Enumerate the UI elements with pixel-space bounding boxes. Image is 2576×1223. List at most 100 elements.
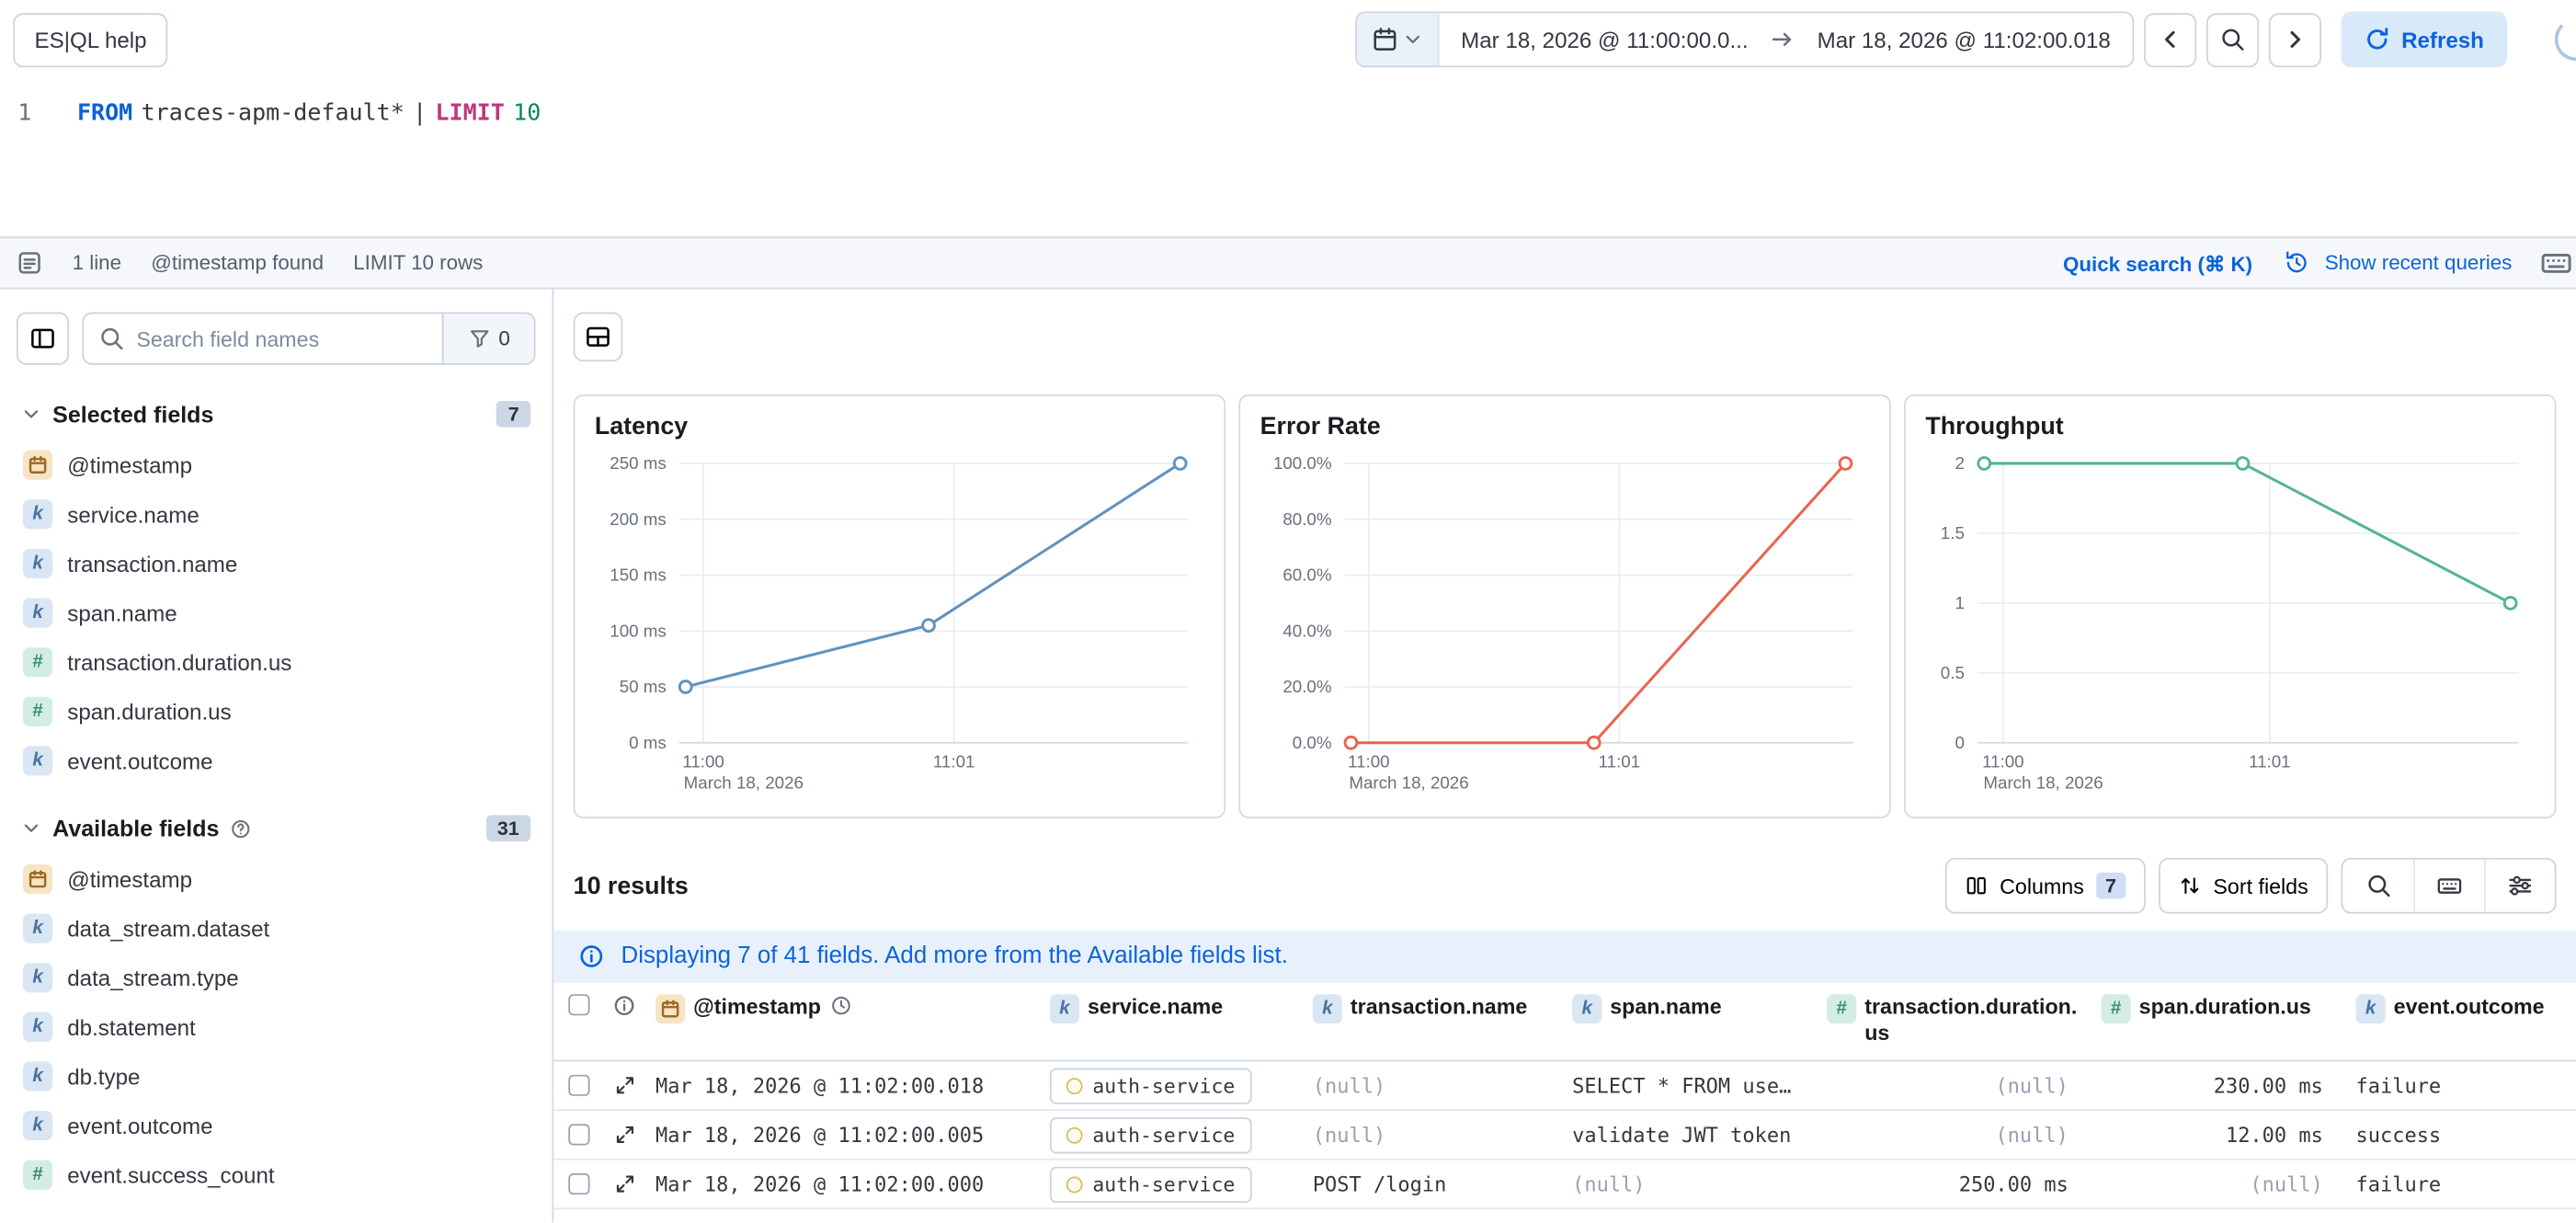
filter-icon (467, 327, 490, 350)
column-header-label: transaction.duration.us (1864, 994, 2081, 1047)
cell-@timestamp: Mar 18, 2026 @ 11:02:00.000 (645, 1172, 1040, 1195)
service-badge[interactable]: auth-service (1050, 1116, 1251, 1152)
collapse-sidebar-button[interactable] (17, 313, 69, 365)
date-range-start[interactable]: Mar 18, 2026 @ 11:00:00.0... (1440, 27, 1770, 51)
number-token-icon: # (23, 1160, 52, 1190)
row-select-cell (553, 1075, 603, 1096)
chart-layout-button[interactable] (574, 313, 623, 362)
field-filter-button[interactable]: 0 (442, 314, 534, 363)
loading-spinner (2555, 18, 2576, 61)
field-search-box (84, 314, 442, 363)
available-fields-header[interactable]: Available fields 31 (17, 815, 536, 841)
field-item-service.name[interactable]: kservice.name (17, 490, 536, 540)
field-label: transaction.duration.us (67, 650, 291, 675)
info-icon (613, 994, 636, 1017)
field-item-data_stream.dataset[interactable]: kdata_stream.dataset (17, 904, 536, 954)
editor-footer: 1 line @timestamp found LIMIT 10 rows Qu… (0, 236, 2576, 289)
search-in-table-button[interactable] (2342, 860, 2413, 912)
expand-row-icon[interactable] (613, 1173, 634, 1194)
results-count: 10 results (574, 872, 689, 899)
arrow-right-icon (1770, 27, 1796, 53)
field-item-event.success_count[interactable]: #event.success_count (17, 1150, 536, 1200)
clock-icon (829, 994, 852, 1017)
field-item-@timestamp[interactable]: @timestamp (17, 854, 536, 904)
main-panel: Latency 250 ms200 ms150 ms100 ms50 ms0 m… (553, 290, 2576, 1223)
service-badge[interactable]: auth-service (1050, 1068, 1251, 1103)
expand-row-icon[interactable] (613, 1124, 634, 1145)
service-badge[interactable]: auth-service (1050, 1166, 1251, 1202)
help-icon[interactable] (231, 817, 252, 839)
field-item-event.outcome[interactable]: kevent.outcome (17, 737, 536, 786)
column-header-span.name[interactable]: kspan.name (1562, 994, 1817, 1023)
service-name-value: auth-service (1092, 1074, 1235, 1097)
columns-button[interactable]: Columns 7 (1945, 858, 2146, 914)
next-time-window-button[interactable] (2268, 12, 2320, 66)
esql-query-editor[interactable]: 1 FROMtraces-apm-default*|LIMIT10 (0, 79, 2576, 237)
display-options-button[interactable] (2484, 860, 2555, 912)
refresh-button[interactable]: Refresh (2341, 12, 2507, 68)
column-header-transaction.duration.us[interactable]: #transaction.duration.us (1817, 994, 2091, 1047)
field-search-input[interactable] (136, 326, 427, 351)
row-checkbox[interactable] (567, 1173, 588, 1194)
sort-fields-button[interactable]: Sort fields (2159, 858, 2328, 914)
column-header-service.name[interactable]: kservice.name (1040, 994, 1303, 1023)
column-header-transaction.name[interactable]: ktransaction.name (1303, 994, 1562, 1023)
esql-help-button[interactable]: ES|QL help (13, 12, 168, 66)
sort-fields-label: Sort fields (2213, 874, 2308, 898)
chart-layout-icon (585, 324, 611, 350)
cell-@timestamp: Mar 18, 2026 @ 11:02:00.018 (645, 1074, 1040, 1097)
keyword-token-icon: k (23, 746, 52, 775)
field-item-db.statement[interactable]: kdb.statement (17, 1002, 536, 1052)
selected-fields-header[interactable]: Selected fields 7 (17, 401, 536, 428)
grid-controls-group (2341, 858, 2556, 914)
field-label: data_stream.dataset (67, 916, 269, 941)
field-item-event.outcome[interactable]: kevent.outcome (17, 1101, 536, 1150)
svg-text:1.5: 1.5 (1941, 523, 1965, 543)
field-item-span.duration.us[interactable]: #span.duration.us (17, 687, 536, 737)
cell-event.outcome: failure (2346, 1074, 2576, 1097)
field-label: span.name (67, 600, 177, 625)
quick-search-link[interactable]: Quick search (⌘ K) (2063, 251, 2252, 276)
keyword-token-icon: k (2356, 994, 2386, 1023)
expand-row-icon[interactable] (613, 1075, 634, 1096)
latency-chart-panel: Latency 250 ms200 ms150 ms100 ms50 ms0 m… (574, 394, 1225, 818)
svg-text:0.0%: 0.0% (1293, 733, 1332, 752)
date-picker-calendar-button[interactable] (1358, 13, 1440, 65)
cell-service.name: auth-service (1040, 1068, 1303, 1103)
row-checkbox[interactable] (567, 1075, 588, 1096)
field-item-span.name[interactable]: kspan.name (17, 589, 536, 638)
service-name-value: auth-service (1092, 1172, 1235, 1195)
svg-text:80.0%: 80.0% (1282, 509, 1331, 529)
column-header-@timestamp[interactable]: @timestamp (645, 994, 1040, 1023)
keyboard-shortcuts-button[interactable] (2413, 860, 2484, 912)
time-controls: Mar 18, 2026 @ 11:00:00.0... Mar 18, 202… (1356, 12, 2507, 68)
keyboard-shortcuts-icon[interactable] (2540, 246, 2573, 280)
editor-feedback-icon[interactable] (17, 250, 43, 277)
svg-text:150 ms: 150 ms (610, 566, 667, 585)
table-header-row: @timestampkservice.namektransaction.name… (553, 986, 2576, 1061)
latency-chart: 250 ms200 ms150 ms100 ms50 ms0 ms11:00Ma… (595, 451, 1204, 804)
zoom-time-window-button[interactable] (2206, 12, 2258, 66)
column-header-span.duration.us[interactable]: #span.duration.us (2092, 994, 2346, 1023)
chart-canvas: 250 ms200 ms150 ms100 ms50 ms0 ms11:00Ma… (595, 451, 1204, 799)
field-item-transaction.duration.us[interactable]: #transaction.duration.us (17, 637, 536, 687)
query-code[interactable]: FROMtraces-apm-default*|LIMIT10 (50, 100, 550, 236)
row-select-cell (553, 1124, 603, 1145)
show-recent-queries-link[interactable]: Show recent queries (2325, 251, 2513, 274)
column-header-event.outcome[interactable]: kevent.outcome (2346, 994, 2576, 1023)
previous-time-window-button[interactable] (2144, 12, 2196, 66)
chart-title: Throughput (1925, 413, 2535, 440)
date-range-end[interactable]: Mar 18, 2026 @ 11:02:00.018 (1795, 27, 2132, 51)
row-checkbox[interactable] (567, 1124, 588, 1145)
field-item-data_stream.type[interactable]: kdata_stream.type (17, 953, 536, 1002)
field-item-transaction.name[interactable]: ktransaction.name (17, 539, 536, 589)
keyword-token-icon: k (1050, 994, 1079, 1023)
field-item-db.type[interactable]: kdb.type (17, 1052, 536, 1102)
cell-event.outcome: success (2346, 1123, 2576, 1146)
svg-text:11:01: 11:01 (2249, 752, 2291, 772)
select-all-checkbox[interactable] (567, 994, 588, 1015)
chevron-down-icon (21, 818, 40, 838)
field-item-@timestamp[interactable]: @timestamp (17, 440, 536, 490)
cell-event.outcome: failure (2346, 1172, 2576, 1195)
info-icon (578, 943, 605, 970)
